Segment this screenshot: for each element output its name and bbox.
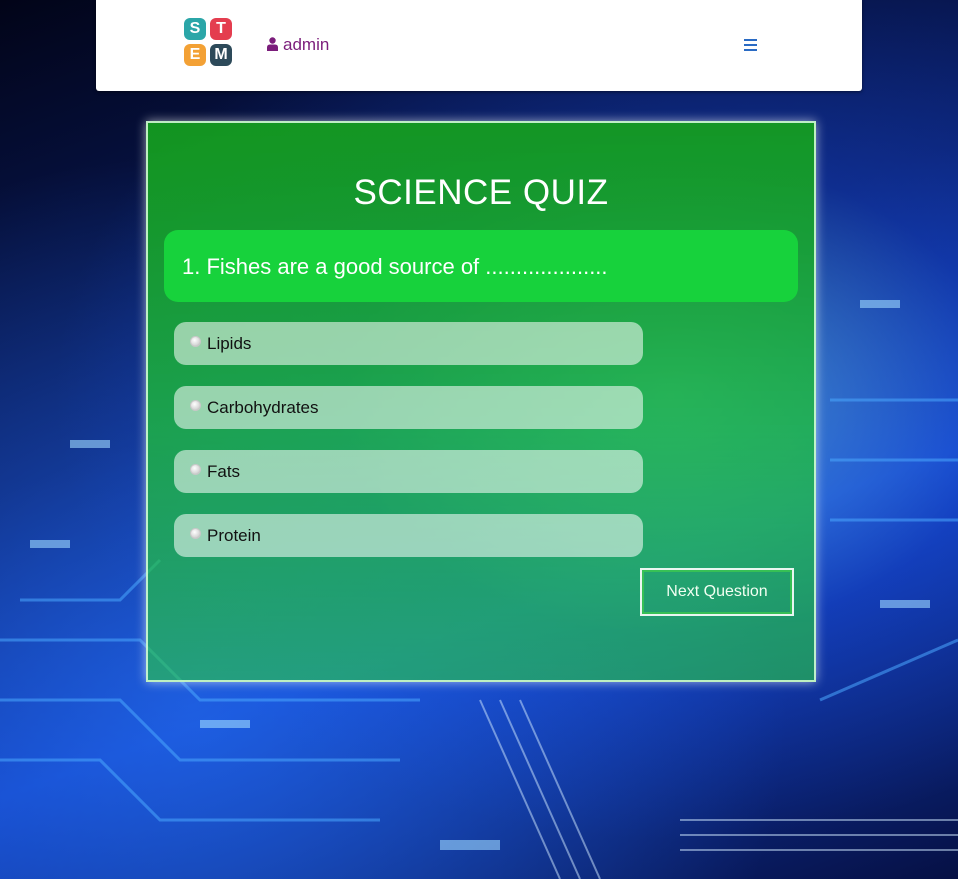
answer-option-3[interactable]: Fats — [174, 450, 643, 493]
user-icon — [267, 37, 278, 51]
question-text: 1. Fishes are a good source of .........… — [182, 254, 608, 279]
next-question-button[interactable]: Next Question — [640, 568, 794, 616]
logo-tile-s: S — [184, 18, 206, 40]
radio-button[interactable] — [190, 400, 201, 411]
username-label: admin — [283, 35, 330, 54]
user-account-link[interactable]: admin — [267, 35, 329, 55]
answer-option-4[interactable]: Protein — [174, 514, 643, 557]
menu-bar — [744, 49, 757, 51]
answer-option-1[interactable]: Lipids — [174, 322, 643, 365]
answer-option-label: Lipids — [207, 334, 252, 353]
stem-logo[interactable]: S T E M — [184, 18, 234, 66]
logo-tile-e: E — [184, 44, 206, 66]
logo-tile-m: M — [210, 44, 232, 66]
radio-button[interactable] — [190, 464, 201, 475]
hamburger-menu-icon[interactable] — [744, 39, 757, 51]
answer-option-label: Fats — [207, 462, 241, 481]
logo-tile-t: T — [210, 18, 232, 40]
answer-option-label: Protein — [207, 526, 261, 545]
question-box: 1. Fishes are a good source of .........… — [164, 230, 798, 302]
answer-option-2[interactable]: Carbohydrates — [174, 386, 643, 429]
radio-button[interactable] — [190, 528, 201, 539]
menu-bar — [744, 44, 757, 46]
answer-option-label: Carbohydrates — [207, 398, 319, 417]
quiz-card: SCIENCE QUIZ 1. Fishes are a good source… — [146, 121, 816, 682]
radio-button[interactable] — [190, 336, 201, 347]
menu-bar — [744, 39, 757, 41]
quiz-title: SCIENCE QUIZ — [353, 173, 609, 212]
top-navbar: S T E M admin — [96, 0, 862, 91]
